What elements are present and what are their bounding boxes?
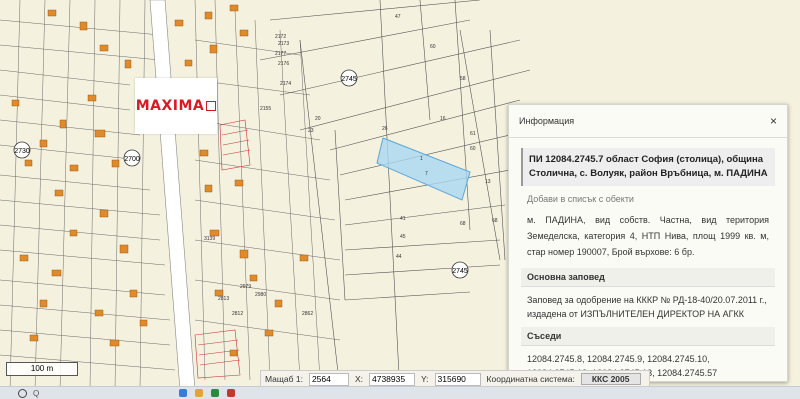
svg-text:2176: 2176 xyxy=(278,61,289,67)
area-marker: 2730 xyxy=(13,141,31,159)
scale-bar: 100 m xyxy=(6,362,78,376)
svg-text:45: 45 xyxy=(400,234,406,240)
svg-text:2862: 2862 xyxy=(302,311,313,317)
svg-text:23: 23 xyxy=(308,128,314,134)
svg-text:2177: 2177 xyxy=(275,51,286,57)
x-coordinate[interactable] xyxy=(368,372,415,386)
taskbar-apps xyxy=(179,389,236,397)
svg-text:2700: 2700 xyxy=(124,156,140,163)
app-icon[interactable] xyxy=(227,389,236,397)
neighbors-heading: Съседи xyxy=(521,327,775,346)
scale-bar-label: 100 m xyxy=(30,364,54,373)
basis-text: Заповед за одобрение на КККР № РД-18-40/… xyxy=(527,295,767,319)
app-icon[interactable] xyxy=(195,389,204,397)
svg-text:2812: 2812 xyxy=(232,311,243,317)
search-icon xyxy=(18,388,27,398)
svg-text:60: 60 xyxy=(470,146,476,152)
area-marker: 2745 xyxy=(451,261,469,279)
svg-text:41: 41 xyxy=(400,216,406,222)
svg-text:1: 1 xyxy=(420,156,423,162)
svg-text:2980: 2980 xyxy=(255,292,266,298)
scale-label: Мащаб 1: xyxy=(265,374,303,384)
svg-text:2813: 2813 xyxy=(218,296,229,302)
svg-text:3139: 3139 xyxy=(204,236,215,242)
svg-text:61: 61 xyxy=(470,131,476,137)
svg-text:2172: 2172 xyxy=(275,34,286,40)
x-label: X: xyxy=(354,374,363,384)
crs-label: Координатна система: xyxy=(486,374,575,384)
y-label: Y: xyxy=(420,374,429,384)
close-icon[interactable]: × xyxy=(770,114,777,128)
area-marker: 2700 xyxy=(123,149,141,167)
svg-text:2745: 2745 xyxy=(452,268,468,275)
app-icon[interactable] xyxy=(211,389,220,397)
y-coordinate[interactable] xyxy=(434,372,481,386)
svg-text:2155: 2155 xyxy=(260,106,271,112)
svg-text:68: 68 xyxy=(460,221,466,227)
taskbar-search-label: Q xyxy=(33,388,40,398)
svg-text:2745: 2745 xyxy=(341,76,357,83)
svg-text:58: 58 xyxy=(460,76,466,82)
svg-text:7: 7 xyxy=(425,171,428,177)
svg-text:47: 47 xyxy=(395,14,401,20)
svg-text:13: 13 xyxy=(485,179,491,185)
svg-text:2174: 2174 xyxy=(280,81,291,87)
svg-text:26: 26 xyxy=(382,126,388,132)
svg-text:2730: 2730 xyxy=(14,148,30,155)
svg-text:60: 60 xyxy=(430,44,436,50)
svg-text:20: 20 xyxy=(315,116,321,122)
parcel-title: ПИ 12084.2745.7 област София (столица), … xyxy=(521,148,775,186)
crs-select[interactable]: ККС 2005 xyxy=(580,373,641,385)
maxima-logo-text: MAXIMA xyxy=(135,98,205,114)
svg-text:2979: 2979 xyxy=(240,284,251,290)
info-panel-title: Информация xyxy=(519,116,575,126)
svg-text:68: 68 xyxy=(492,218,498,224)
svg-text:16: 16 xyxy=(440,116,446,122)
maxima-logo: MAXIMA xyxy=(135,78,217,134)
parcel-description: м. ПАДИНА, вид собств. Частна, вид терит… xyxy=(527,215,769,257)
svg-text:2173: 2173 xyxy=(278,41,289,47)
scale-input[interactable] xyxy=(308,372,349,386)
basis-heading: Основна заповед xyxy=(521,268,775,287)
add-to-list-link[interactable]: Добави в списък с обекти xyxy=(527,194,769,204)
logo-mark-icon xyxy=(206,101,217,111)
info-panel: Информация × ПИ 12084.2745.7 област Софи… xyxy=(508,104,788,382)
taskbar-search[interactable]: Q xyxy=(18,388,40,398)
area-marker: 2745 xyxy=(340,69,358,87)
app-icon[interactable] xyxy=(179,389,188,397)
taskbar: Q xyxy=(0,386,800,399)
svg-text:44: 44 xyxy=(396,254,402,260)
info-panel-header: Информация × xyxy=(509,105,787,138)
